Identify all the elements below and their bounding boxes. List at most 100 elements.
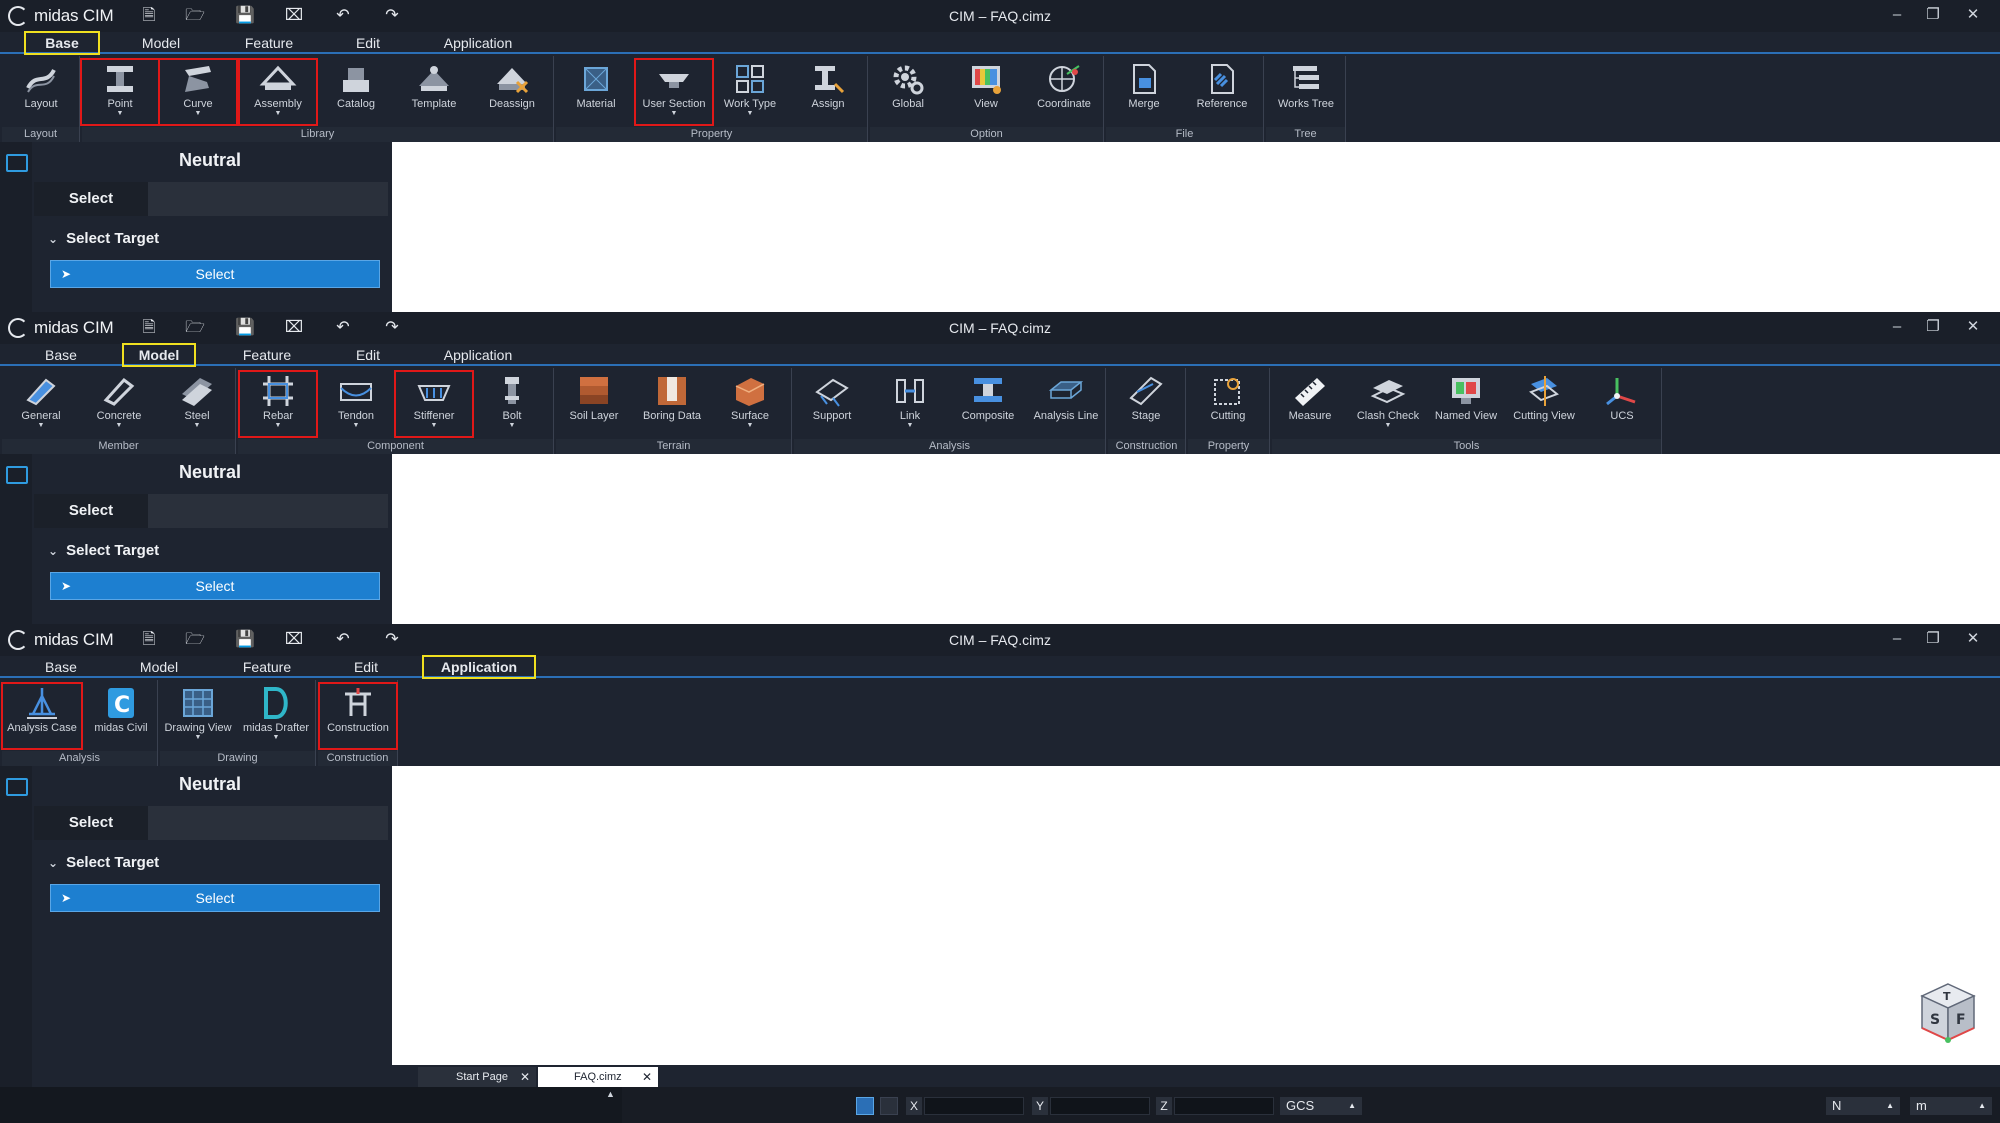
tab-application[interactable]: Application	[430, 33, 526, 53]
close-icon[interactable]: ✕	[642, 1067, 652, 1087]
named-view-button[interactable]: Named View	[1428, 372, 1504, 436]
work-type-button[interactable]: Work Type ▼	[712, 60, 788, 124]
midas-drafter-button[interactable]: midas Drafter ▼	[238, 684, 314, 748]
tendon-button[interactable]: Tendon ▼	[318, 372, 394, 436]
tab-edit[interactable]: Edit	[338, 657, 394, 677]
analysis-line-button[interactable]: Analysis Line	[1028, 372, 1104, 436]
model-viewport[interactable]	[392, 454, 2000, 624]
construction-button[interactable]: Construction	[318, 682, 398, 750]
snap-icon[interactable]	[856, 1097, 874, 1115]
cutting-view-button[interactable]: Cutting View	[1506, 372, 1582, 436]
select-button[interactable]: ➤ Select	[50, 260, 380, 288]
assign-button[interactable]: Assign	[790, 60, 866, 124]
section-select-target[interactable]: ⌄ Select Target	[48, 542, 159, 559]
tab-feature[interactable]: Feature	[230, 345, 304, 365]
steel-button[interactable]: Steel ▼	[159, 372, 235, 436]
tab-feature[interactable]: Feature	[232, 33, 306, 53]
restore-icon[interactable]: ❐	[1918, 628, 1948, 650]
tab-model[interactable]: Model	[124, 657, 194, 677]
close-icon[interactable]: ✕	[1958, 628, 1988, 650]
catalog-button[interactable]: Catalog	[318, 60, 394, 124]
model-viewport[interactable]: T S F	[392, 766, 2000, 1065]
close-icon[interactable]: ✕	[520, 1067, 530, 1087]
template-button[interactable]: Template	[396, 60, 472, 124]
tab-model[interactable]: Model	[126, 33, 196, 53]
doc-tab-start-page[interactable]: Start Page ✕	[418, 1067, 536, 1087]
coord-system-select[interactable]: GCS ▲	[1280, 1097, 1362, 1115]
monitor-icon[interactable]	[6, 154, 28, 172]
length-unit-select[interactable]: m ▲	[1910, 1097, 1992, 1115]
doc-tab-faq[interactable]: FAQ.cimz ✕	[538, 1067, 658, 1087]
monitor-icon[interactable]	[6, 778, 28, 796]
general-button[interactable]: General ▼	[3, 372, 79, 436]
minimize-icon[interactable]: –	[1882, 4, 1912, 26]
expand-up-icon[interactable]: ▲	[606, 1089, 615, 1099]
rebar-button[interactable]: Rebar ▼	[238, 370, 318, 438]
tab-application[interactable]: Application	[422, 655, 536, 679]
ucs-button[interactable]: UCS	[1584, 372, 1660, 436]
force-unit-select[interactable]: N ▲	[1826, 1097, 1900, 1115]
stiffener-button[interactable]: Stiffener ▼	[394, 370, 474, 438]
tab-select[interactable]: Select	[34, 494, 148, 528]
minimize-icon[interactable]: –	[1882, 316, 1912, 338]
section-select-target[interactable]: ⌄ Select Target	[48, 230, 159, 247]
x-coord-input[interactable]	[924, 1097, 1024, 1115]
curve-button[interactable]: Curve ▼	[158, 58, 238, 126]
tab-base[interactable]: Base	[26, 345, 96, 365]
midas-civil-button[interactable]: C midas Civil	[83, 684, 159, 748]
material-button[interactable]: Material	[558, 60, 634, 124]
user-section-button[interactable]: User Section ▼	[634, 58, 714, 126]
select-button[interactable]: ➤ Select	[50, 572, 380, 600]
point-button[interactable]: Point ▼	[80, 58, 160, 126]
nav-cube-icon[interactable]: T S F	[1916, 980, 1980, 1046]
concrete-button[interactable]: Concrete ▼	[81, 372, 157, 436]
composite-button[interactable]: Composite	[950, 372, 1026, 436]
clash-check-button[interactable]: Clash Check ▼	[1350, 372, 1426, 436]
boring-data-button[interactable]: Boring Data	[634, 372, 710, 436]
y-coord-input[interactable]	[1050, 1097, 1150, 1115]
restore-icon[interactable]: ❐	[1918, 316, 1948, 338]
close-icon[interactable]: ✕	[1958, 316, 1988, 338]
tab-edit[interactable]: Edit	[340, 345, 396, 365]
deassign-button[interactable]: Deassign	[474, 60, 550, 124]
view-button[interactable]: View	[948, 60, 1024, 124]
monitor-icon[interactable]	[6, 466, 28, 484]
reference-button[interactable]: Reference	[1184, 60, 1260, 124]
restore-icon[interactable]: ❐	[1918, 4, 1948, 26]
merge-button[interactable]: Merge	[1106, 60, 1182, 124]
angle-snap-icon[interactable]	[880, 1097, 898, 1115]
tab-feature[interactable]: Feature	[230, 657, 304, 677]
model-viewport[interactable]	[392, 142, 2000, 312]
tab-model[interactable]: Model	[122, 343, 196, 367]
tab-base[interactable]: Base	[24, 31, 100, 55]
soil-layer-button[interactable]: Soil Layer	[556, 372, 632, 436]
command-area[interactable]: ▲	[0, 1087, 622, 1123]
z-coord-input[interactable]	[1174, 1097, 1274, 1115]
stage-button[interactable]: Stage	[1108, 372, 1184, 436]
tab-select[interactable]: Select	[34, 806, 148, 840]
tab-application[interactable]: Application	[430, 345, 526, 365]
chevron-down-icon: ⌄	[48, 544, 59, 558]
global-button[interactable]: Global	[870, 60, 946, 124]
works-tree-button[interactable]: Works Tree	[1268, 60, 1344, 124]
link-button[interactable]: Link ▼	[872, 372, 948, 436]
layout-button[interactable]: Layout	[3, 60, 79, 124]
close-icon[interactable]: ✕	[1958, 4, 1988, 26]
drawing-view-button[interactable]: Drawing View ▼	[160, 684, 236, 748]
assembly-button[interactable]: Assembly ▼	[238, 58, 318, 126]
document-tabs: Start Page ✕ FAQ.cimz ✕	[392, 1065, 2000, 1087]
gear-icon	[893, 65, 924, 95]
cutting-button[interactable]: Cutting	[1190, 372, 1266, 436]
analysis-case-button[interactable]: Analysis Case	[1, 682, 83, 750]
minimize-icon[interactable]: –	[1882, 628, 1912, 650]
support-button[interactable]: Support	[794, 372, 870, 436]
tab-base[interactable]: Base	[26, 657, 96, 677]
tab-edit[interactable]: Edit	[340, 33, 396, 53]
section-select-target[interactable]: ⌄ Select Target	[48, 854, 159, 871]
bolt-button[interactable]: Bolt ▼	[474, 372, 550, 436]
coordinate-button[interactable]: Coordinate	[1026, 60, 1102, 124]
tab-select[interactable]: Select	[34, 182, 148, 216]
measure-button[interactable]: Measure	[1272, 372, 1348, 436]
select-button[interactable]: ➤ Select	[50, 884, 380, 912]
surface-button[interactable]: Surface ▼	[712, 372, 788, 436]
